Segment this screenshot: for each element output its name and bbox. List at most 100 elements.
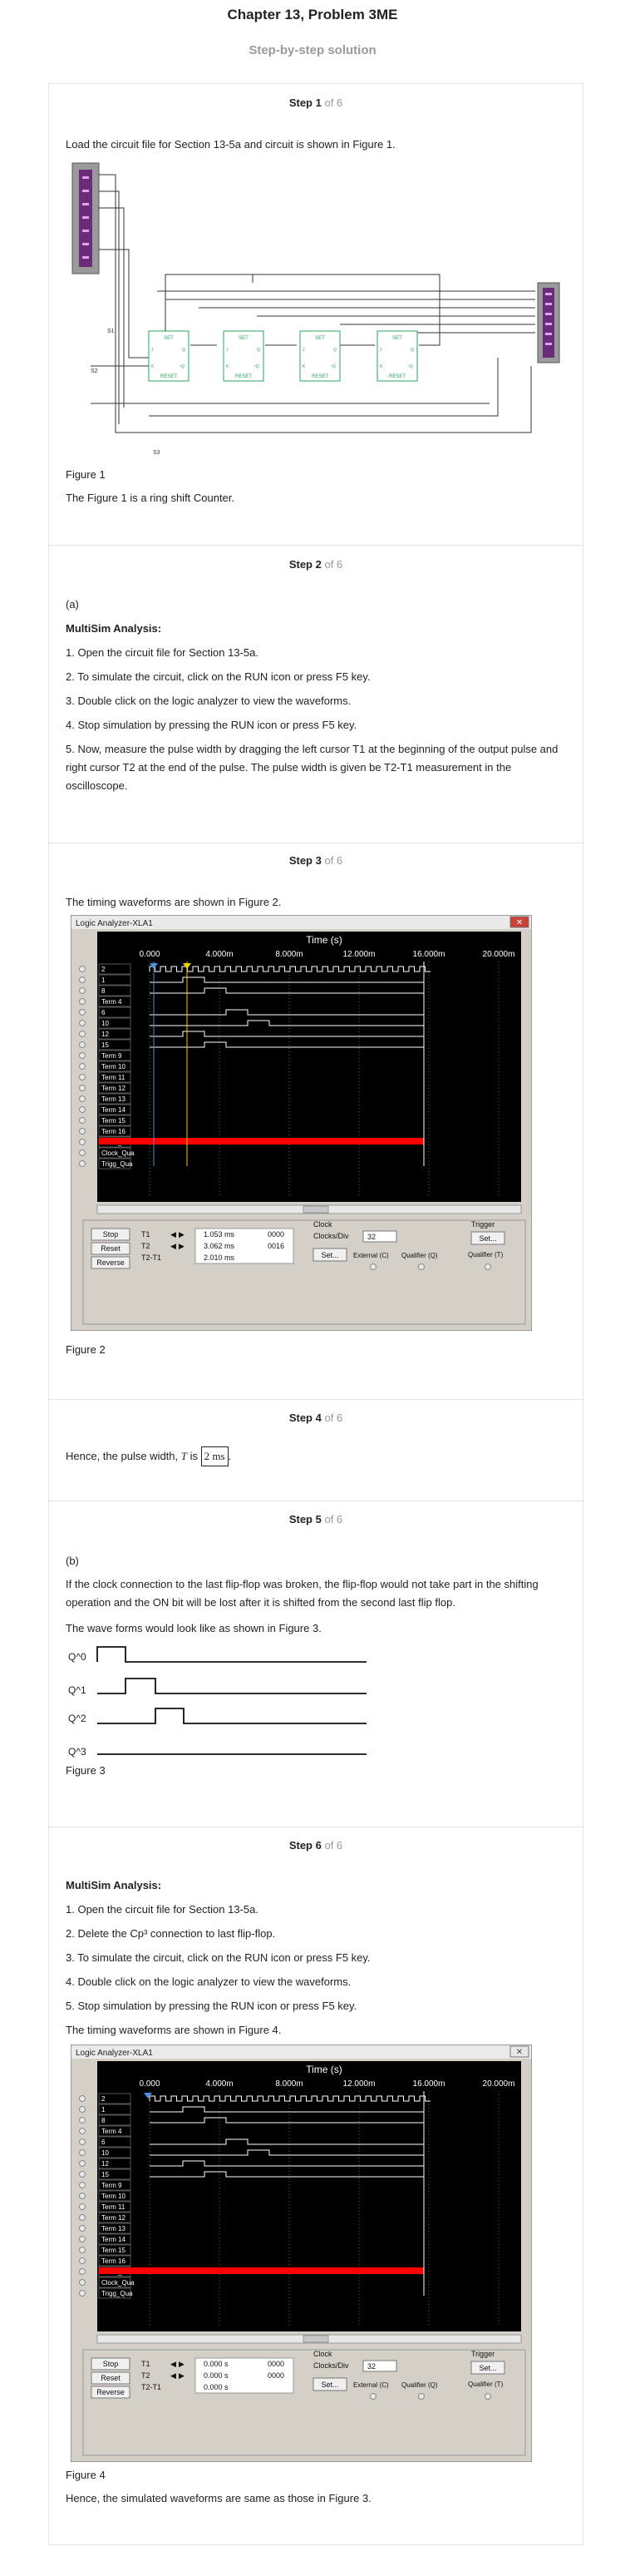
step-2-item-4: 4. Stop simulation by pressing the RUN i… xyxy=(66,719,357,731)
channel-radio[interactable] xyxy=(79,2138,86,2145)
channel-radio[interactable] xyxy=(79,2117,86,2124)
channel-radio[interactable] xyxy=(79,1074,86,1080)
flip-flop-2: SET RESET J K Q ~Q xyxy=(223,330,264,382)
channel-radio[interactable] xyxy=(79,1160,86,1167)
channel-label: Term 14 xyxy=(101,1106,125,1114)
svg-text:RESET: RESET xyxy=(160,374,177,379)
channel-radio[interactable] xyxy=(79,2225,86,2232)
channel-radio[interactable] xyxy=(79,987,86,994)
channel-radio[interactable] xyxy=(79,998,86,1005)
channel-radio[interactable] xyxy=(79,2193,86,2199)
cursor-right-arrow[interactable]: ▶ xyxy=(179,1242,185,1250)
clock-option-label: Qualifier (Q) xyxy=(401,1252,438,1259)
channel-radio[interactable] xyxy=(79,2149,86,2156)
channel-radio[interactable] xyxy=(79,2279,86,2286)
clock-set-label: Set... xyxy=(321,2381,338,2389)
channel-label: Term 13 xyxy=(101,2225,125,2232)
time-axis-title: Time (s) xyxy=(306,934,342,946)
channel-radio[interactable] xyxy=(79,977,86,983)
channel-radio[interactable] xyxy=(79,2290,86,2297)
channel-radio[interactable] xyxy=(79,2106,86,2113)
channel-label: Term 12 xyxy=(101,1085,125,1092)
channel-label: 6 xyxy=(101,1009,106,1016)
circuit-wires xyxy=(91,174,535,433)
channel-radio[interactable] xyxy=(79,966,86,972)
step-5-text: If the clock connection to the last flip… xyxy=(66,1578,539,1609)
channel-radio[interactable] xyxy=(79,2171,86,2178)
step-2-item-1: 1. Open the circuit file for Section 13-… xyxy=(66,646,258,659)
cursor-left-arrow[interactable]: ◀ xyxy=(170,2360,176,2368)
cursor-left-arrow[interactable]: ◀ xyxy=(170,1230,176,1239)
svg-text:SET: SET xyxy=(315,336,325,341)
channel-radio[interactable] xyxy=(79,2182,86,2188)
trigger-qualifier-radio[interactable] xyxy=(485,1263,491,1270)
channel-radio[interactable] xyxy=(79,2236,86,2242)
channel-label: Trigg_Qua xyxy=(101,2290,133,2297)
figure-3-caption: Figure 3 xyxy=(66,1764,106,1777)
cursor-right-arrow[interactable]: ▶ xyxy=(179,2360,185,2368)
scrollbar-thumb[interactable] xyxy=(303,1205,329,1214)
step-6-conclusion: Hence, the simulated waveforms are same … xyxy=(66,2492,372,2504)
cursor-left-arrow[interactable]: ◀ xyxy=(170,2371,176,2380)
channel-label: Term 12 xyxy=(101,2214,125,2222)
cursor-value: 0000 xyxy=(268,2371,284,2380)
channel-radio[interactable] xyxy=(79,1139,86,1145)
channel-label: 6 xyxy=(101,2138,106,2146)
channel-radio[interactable] xyxy=(79,1009,86,1016)
step-6-header: Step 6 of 6 xyxy=(288,1839,343,1852)
clock-option-radio[interactable] xyxy=(418,1263,425,1270)
cursor-value: 0000 xyxy=(268,1230,284,1239)
channel-radio[interactable] xyxy=(79,2203,86,2210)
pulse-width-value: 2 ms xyxy=(200,1446,229,1466)
analyzer-screen xyxy=(97,2061,521,2331)
channel-radio[interactable] xyxy=(79,2257,86,2264)
channel-label: 2 xyxy=(101,966,106,973)
channel-radio[interactable] xyxy=(79,2160,86,2167)
step-separator xyxy=(48,545,583,546)
channel-radio[interactable] xyxy=(79,1063,86,1070)
channel-radio[interactable] xyxy=(79,2268,86,2275)
channel-radio[interactable] xyxy=(79,1020,86,1026)
channel-label: 1 xyxy=(101,2106,106,2114)
trigger-set-label: Set... xyxy=(479,2364,496,2372)
channel-radio[interactable] xyxy=(79,1031,86,1037)
channel-radio[interactable] xyxy=(79,2095,86,2102)
cursor-left-arrow[interactable]: ◀ xyxy=(170,1242,176,1250)
channel-label: 1 xyxy=(101,977,106,984)
step-separator xyxy=(48,1399,583,1400)
channel-radio[interactable] xyxy=(79,1052,86,1059)
cursor-right-arrow[interactable]: ▶ xyxy=(179,1230,185,1239)
channel-radio[interactable] xyxy=(79,1106,86,1113)
scrollbar-thumb[interactable] xyxy=(303,2335,329,2343)
channel-radio[interactable] xyxy=(79,1085,86,1091)
channel-radio[interactable] xyxy=(79,1128,86,1135)
cursor-value: 0000 xyxy=(268,2360,284,2368)
step-6-item-5: 5. Stop simulation by pressing the RUN i… xyxy=(66,2000,357,2012)
channel-label: Term 13 xyxy=(101,1095,125,1103)
wave-q2 xyxy=(97,1708,367,1724)
channel-radio[interactable] xyxy=(79,1041,86,1048)
channel-radio[interactable] xyxy=(79,2128,86,2134)
step-2-heading: MultiSim Analysis: xyxy=(66,622,162,635)
trigger-qualifier-radio[interactable] xyxy=(485,2393,491,2400)
channel-label: Term 9 xyxy=(101,2182,122,2189)
clock-option-radio[interactable] xyxy=(418,2393,425,2400)
page-title: Chapter 13, Problem 3ME xyxy=(227,7,398,22)
channel-radio[interactable] xyxy=(79,2247,86,2253)
flip-flop-1: SET RESET J K Q ~Q xyxy=(148,330,189,382)
step-3-header: Step 3 of 6 xyxy=(288,854,343,867)
svg-text:~Q: ~Q xyxy=(330,364,336,369)
clock-option-radio[interactable] xyxy=(370,2393,376,2400)
flip-flop-3: SET RESET J K Q ~Q xyxy=(299,330,341,382)
channel-radio[interactable] xyxy=(79,1095,86,1102)
clock-option-radio[interactable] xyxy=(370,1263,376,1270)
wave-q0 xyxy=(96,1646,367,1663)
cursor-right-arrow[interactable]: ▶ xyxy=(179,2371,185,2380)
time-tick-label: 16.000m xyxy=(413,950,445,959)
channel-radio[interactable] xyxy=(79,1117,86,1124)
wire-label-s2: S2 xyxy=(91,368,98,374)
channel-label: 12 xyxy=(101,1031,109,1038)
time-tick-label: 8.000m xyxy=(275,2079,303,2089)
channel-radio[interactable] xyxy=(79,1150,86,1156)
channel-radio[interactable] xyxy=(79,2214,86,2221)
